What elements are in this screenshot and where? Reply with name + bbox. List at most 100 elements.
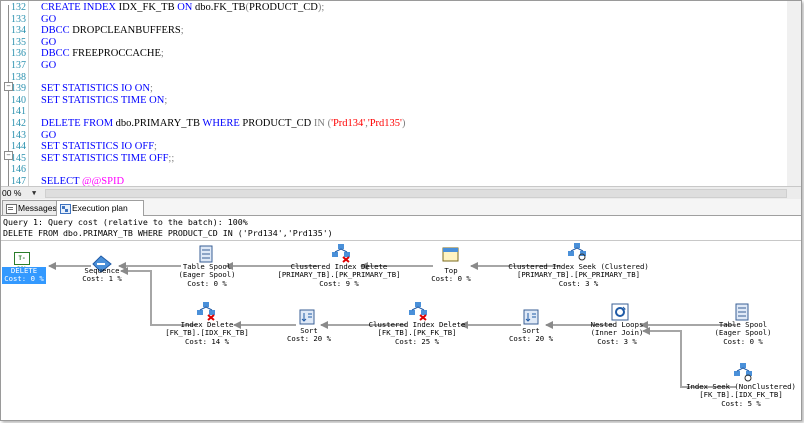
plan-node-index-delete[interactable]: Index Delete [FK_TB].[IDX_FK_TB] Cost: 1…: [159, 320, 255, 346]
plan-node-delete[interactable]: DELETE Cost: 0 %: [2, 266, 46, 284]
top-icon: [442, 247, 459, 262]
code-token: SET STATISTICS IO ON: [41, 83, 150, 95]
horizontal-scrollbar[interactable]: [45, 189, 787, 198]
code-line[interactable]: GO: [41, 60, 56, 72]
code-token: @@SPID: [81, 176, 125, 186]
plan-node-sequence[interactable]: Sequence Cost: 1 %: [74, 266, 130, 284]
code-token: 'Prd134': [331, 118, 366, 129]
node-cost: Cost: 5 %: [721, 398, 761, 408]
code-token: PRODUCT_CD: [248, 2, 318, 13]
zoom-level[interactable]: 00 %: [2, 187, 21, 199]
code-token: ;: [164, 94, 168, 106]
collapse-icon[interactable]: −: [4, 151, 13, 160]
execution-plan-icon: [60, 204, 71, 214]
sort-icon: [523, 309, 539, 325]
node-cost: Cost: 0 %: [187, 278, 227, 288]
node-cost: Cost: 25 %: [395, 336, 439, 346]
code-token: GO: [41, 129, 57, 141]
node-cost: Cost: 1 %: [82, 274, 122, 284]
plan-node-table-spool-2[interactable]: Table Spool (Eager Spool) Cost: 0 %: [705, 320, 781, 346]
code-token: GO: [41, 36, 57, 48]
plan-node-top[interactable]: Top Cost: 0 %: [423, 266, 479, 284]
code-token: SET STATISTICS IO OFF: [41, 141, 155, 153]
fold-line: [8, 5, 9, 87]
code-line[interactable]: GO: [41, 14, 56, 26]
outline-margin: − −: [2, 1, 14, 186]
query-statement: DELETE FROM dbo.PRIMARY_TB WHERE PRODUCT…: [3, 228, 333, 238]
vertical-scrollbar[interactable]: [787, 1, 801, 186]
plan-node-table-spool[interactable]: Table Spool (Eager Spool) Cost: 0 %: [169, 262, 245, 288]
code-token: ): [401, 118, 406, 129]
messages-icon: [6, 204, 17, 214]
query-header: Query 1: Query cost (relative to the bat…: [1, 216, 801, 241]
code-token: dbo.FK_TB: [195, 2, 246, 13]
results-tabs: Messages Execution plan: [1, 199, 801, 216]
zoom-bar: 00 % ▼: [1, 186, 801, 200]
code-token: ;;: [168, 152, 175, 164]
plan-node-clustered-index-delete[interactable]: Clustered Index Delete [PRIMARY_TB].[PK_…: [269, 262, 409, 288]
code-token: DBCC: [41, 48, 73, 60]
code-token: IN: [313, 118, 328, 129]
tab-messages[interactable]: Messages: [2, 200, 59, 215]
code-token: CREATE INDEX: [41, 2, 119, 13]
code-token: SET STATISTICS TIME OFF: [41, 152, 169, 164]
nested-loops-icon: [611, 303, 629, 321]
code-token: GO: [41, 13, 57, 25]
plan-node-sort-2[interactable]: Sort Cost: 20 %: [503, 326, 559, 344]
code-line[interactable]: CREATE INDEX IDX_FK_TB ON dbo.FK_TB(PROD…: [41, 2, 324, 14]
code-token: IDX_FK_TB: [118, 2, 178, 13]
fold-line: [8, 160, 9, 186]
code-line[interactable]: SET STATISTICS IO ON;: [41, 83, 153, 95]
node-cost: Cost: 0 %: [431, 274, 471, 284]
clustered-index-delete-icon: [332, 244, 350, 263]
node-cost: Cost: 3 %: [597, 336, 637, 346]
zoom-dropdown-icon[interactable]: ▼: [32, 187, 36, 199]
plan-node-clustered-index-delete-fk[interactable]: Clustered Index Delete [FK_TB].[PK_FK_TB…: [359, 320, 475, 346]
tab-execution-plan[interactable]: Execution plan: [56, 200, 144, 216]
code-line[interactable]: DBCC DROPCLEANBUFFERS;: [41, 25, 184, 37]
code-token: ;: [149, 83, 153, 95]
code-token: ;: [160, 48, 164, 60]
collapse-icon[interactable]: −: [4, 82, 13, 91]
code-line[interactable]: SET STATISTICS IO OFF;: [41, 141, 157, 153]
sql-statement-icon: T-SQL: [14, 252, 30, 273]
code-token: 'Prd135': [367, 118, 402, 129]
node-cost: Cost: 20 %: [287, 334, 331, 344]
code-token: SELECT: [41, 176, 82, 186]
code-token: GO: [41, 60, 57, 71]
code-token: ;: [180, 25, 184, 37]
tab-label: Messages: [18, 203, 57, 213]
code-token: ;: [154, 141, 157, 153]
clustered-index-delete-icon: [409, 302, 427, 321]
code-line[interactable]: DELETE FROM dbo.PRIMARY_TB WHERE PRODUCT…: [41, 118, 405, 130]
code-line[interactable]: DBCC FREEPROCCACHE;: [41, 48, 164, 60]
code-token: SET STATISTICS TIME ON: [41, 94, 165, 106]
code-token: ON: [177, 2, 196, 13]
code-token: DBCC: [41, 25, 73, 37]
tab-label: Execution plan: [72, 203, 128, 213]
fold-line: [8, 91, 9, 159]
plan-node-nested-loops[interactable]: Nested Loops (Inner Join) Cost: 3 %: [579, 320, 655, 346]
plan-node-sort[interactable]: Sort Cost: 20 %: [281, 326, 337, 344]
query-editor[interactable]: 132 133 134 135 136 137 138 139 140 141 142 143 144 1…: [1, 1, 801, 186]
node-cost: Cost: 3 %: [558, 278, 599, 288]
code-token: dbo.PRIMARY_TB: [115, 118, 203, 129]
plan-node-index-seek[interactable]: Index Seek (NonClustered) [FK_TB].[IDX_F…: [681, 382, 801, 408]
execution-plan-graph[interactable]: T-SQL: [1, 241, 801, 420]
code-line[interactable]: GO: [41, 37, 56, 49]
query-cost-line: Query 1: Query cost (relative to the bat…: [3, 217, 248, 227]
code-line[interactable]: SELECT @@SPID: [41, 176, 124, 186]
code-token: FREEPROCCACHE: [72, 48, 161, 60]
node-cost: Cost: 14 %: [185, 336, 229, 346]
code-line[interactable]: GO: [41, 130, 56, 142]
sort-icon: [299, 309, 315, 325]
code-token: WHERE: [202, 118, 243, 129]
node-cost: Cost: 20 %: [509, 334, 553, 344]
code-line[interactable]: SET STATISTICS TIME OFF;;: [41, 153, 174, 165]
code-line[interactable]: SET STATISTICS TIME ON;: [41, 95, 167, 107]
plan-node-clustered-index-seek[interactable]: Clustered Index Seek (Clustered) [PRIMAR…: [501, 262, 656, 288]
code-token: DELETE FROM: [41, 118, 116, 129]
node-cost: Cost: 0 %: [4, 274, 44, 284]
index-seek-icon: [734, 363, 752, 382]
node-cost: Cost: 9 %: [319, 278, 359, 288]
